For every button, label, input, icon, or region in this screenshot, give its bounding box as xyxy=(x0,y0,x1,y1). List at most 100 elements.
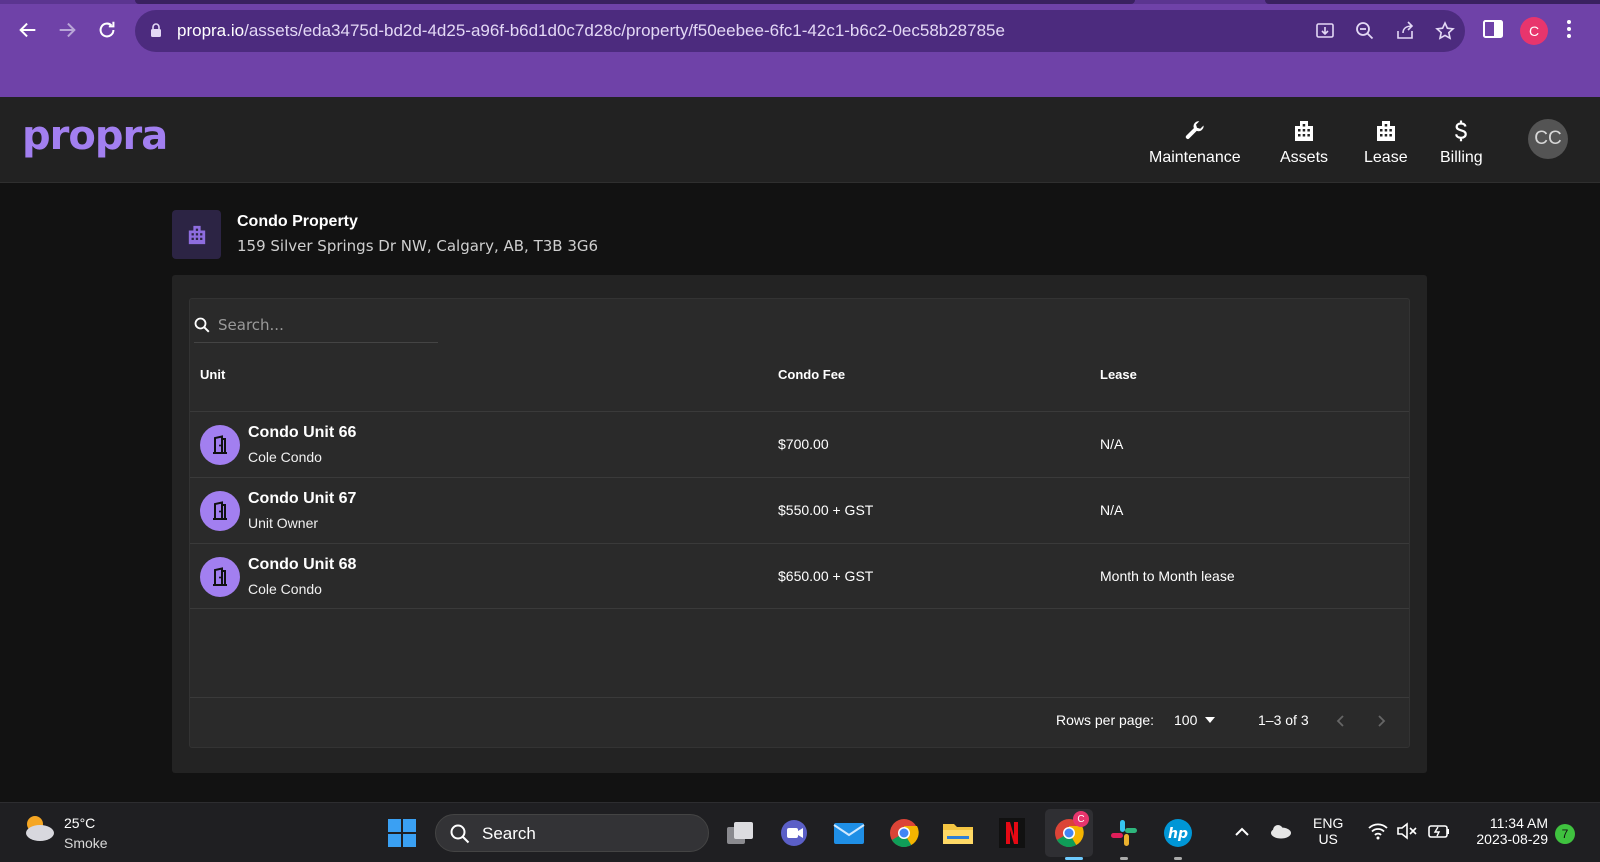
start-button[interactable] xyxy=(384,815,420,851)
reload-button[interactable] xyxy=(95,18,119,42)
nav-billing-label: Billing xyxy=(1440,149,1483,166)
unit-owner: Cole Condo xyxy=(248,449,322,465)
file-explorer-button[interactable] xyxy=(940,815,976,851)
reload-icon xyxy=(99,21,115,38)
clock-time: 11:34 AM xyxy=(1489,815,1548,831)
forward-button[interactable] xyxy=(55,18,79,42)
address-bar[interactable]: propra.io/assets/eda3475d-bd2d-4d25-a96f… xyxy=(135,10,1465,52)
propra-logo[interactable]: propra xyxy=(22,113,168,159)
wifi-icon[interactable] xyxy=(1367,822,1389,840)
profile-button[interactable]: C xyxy=(1520,17,1548,45)
app-header: propra Maintenance Assets Lease Billing … xyxy=(0,97,1600,183)
table-row[interactable]: Condo Unit 66 Cole Condo $700.00 N/A xyxy=(190,411,1409,477)
previous-page-button[interactable] xyxy=(1335,714,1347,728)
clock[interactable]: 11:34 AM 2023-08-29 xyxy=(1468,815,1548,847)
teams-chat-button[interactable] xyxy=(776,815,812,851)
units-card: Unit Condo Fee Lease Condo Unit 66 Cole … xyxy=(172,275,1427,773)
side-panel-button[interactable] xyxy=(1482,18,1506,42)
nav-lease[interactable]: Lease xyxy=(1364,119,1408,167)
rows-per-page-select[interactable]: 100 xyxy=(1174,712,1216,728)
notification-badge[interactable]: 7 xyxy=(1555,824,1575,844)
nav-billing[interactable]: Billing xyxy=(1440,119,1483,167)
nav-maintenance[interactable]: Maintenance xyxy=(1149,119,1241,167)
property-icon-box xyxy=(172,210,221,259)
language-indicator[interactable]: ENG US xyxy=(1313,815,1343,847)
slack-icon xyxy=(1111,820,1137,846)
slack-button[interactable] xyxy=(1106,815,1142,851)
arrow-left-icon xyxy=(19,22,36,38)
weather-widget[interactable]: 25°C Smoke xyxy=(22,813,108,851)
search-field[interactable] xyxy=(194,307,438,343)
door-icon xyxy=(213,501,227,520)
chat-icon xyxy=(781,820,807,846)
unit-name[interactable]: Condo Unit 68 xyxy=(248,556,356,574)
active-app-indicator xyxy=(1065,857,1083,860)
tab-other[interactable] xyxy=(1265,0,1600,4)
nav-lease-label: Lease xyxy=(1364,149,1408,166)
netflix-icon xyxy=(999,818,1025,848)
mail-button[interactable] xyxy=(831,815,867,851)
user-avatar[interactable]: CC xyxy=(1528,119,1568,159)
lease-status: N/A xyxy=(1100,436,1124,452)
battery-charging-icon[interactable] xyxy=(1427,822,1451,840)
zoom-icon[interactable] xyxy=(1355,21,1375,41)
bookmark-star-icon[interactable] xyxy=(1435,21,1455,41)
table-row[interactable]: Condo Unit 67 Unit Owner $550.00 + GST N… xyxy=(190,477,1409,543)
nav-assets[interactable]: Assets xyxy=(1280,119,1328,167)
taskbar-search[interactable]: Search xyxy=(435,814,709,852)
hp-app-button[interactable]: hp xyxy=(1160,815,1196,851)
arrow-right-icon xyxy=(59,22,76,38)
onedrive-cloud-icon[interactable] xyxy=(1268,823,1292,839)
folder-icon xyxy=(943,824,973,844)
language-code: ENG xyxy=(1313,815,1344,831)
side-panel-icon xyxy=(1483,20,1503,38)
url-text[interactable]: propra.io/assets/eda3475d-bd2d-4d25-a96f… xyxy=(177,21,1005,41)
building-icon xyxy=(1376,121,1395,141)
install-app-icon[interactable] xyxy=(1315,21,1335,41)
nav-maintenance-label: Maintenance xyxy=(1149,149,1241,166)
browser-menu-button[interactable] xyxy=(1564,18,1588,42)
chevron-up-icon[interactable] xyxy=(1234,825,1250,837)
task-view-icon xyxy=(727,822,753,844)
column-header-unit[interactable]: Unit xyxy=(200,367,225,382)
search-icon xyxy=(450,824,470,844)
door-icon xyxy=(213,435,227,454)
task-view-button[interactable] xyxy=(722,815,758,851)
nav-assets-label: Assets xyxy=(1280,149,1329,166)
windows-icon xyxy=(388,819,416,847)
chrome-icon xyxy=(890,819,919,848)
rows-per-page-label: Rows per page: xyxy=(1056,712,1155,728)
netflix-button[interactable] xyxy=(994,815,1030,851)
keyboard-region: US xyxy=(1318,831,1338,847)
condo-fee: $650.00 + GST xyxy=(778,568,874,584)
search-input[interactable] xyxy=(218,315,418,334)
chrome-button[interactable] xyxy=(886,815,922,851)
lease-status: Month to Month lease xyxy=(1100,568,1235,584)
chrome-profile-badge: C xyxy=(1073,811,1089,827)
property-title: Condo Property xyxy=(237,213,358,230)
table-row[interactable]: Condo Unit 68 Cole Condo $650.00 + GST M… xyxy=(190,543,1409,609)
unit-name[interactable]: Condo Unit 66 xyxy=(248,424,356,442)
condo-fee: $700.00 xyxy=(778,436,829,452)
taskbar: 25°C Smoke Search C hp ENG US 11:34 AM 2… xyxy=(0,802,1600,862)
column-header-lease[interactable]: Lease xyxy=(1100,367,1137,382)
kebab-menu-icon xyxy=(1567,20,1571,38)
weather-temperature: 25°C xyxy=(64,815,96,831)
door-icon xyxy=(213,567,227,586)
url-path: /assets/eda3475d-bd2d-4d25-a96f-b6d1d0c7… xyxy=(244,21,1005,40)
tab-active[interactable] xyxy=(135,0,1135,4)
unit-avatar xyxy=(200,425,240,465)
unit-name[interactable]: Condo Unit 67 xyxy=(248,490,356,508)
next-page-button[interactable] xyxy=(1375,714,1387,728)
back-button[interactable] xyxy=(16,18,40,42)
share-icon[interactable] xyxy=(1395,21,1415,41)
building-icon xyxy=(188,225,205,244)
pagination-range: 1–3 of 3 xyxy=(1258,712,1309,728)
unit-avatar xyxy=(200,491,240,531)
column-header-condo-fee[interactable]: Condo Fee xyxy=(778,367,845,382)
speaker-muted-icon[interactable] xyxy=(1396,822,1418,840)
clock-date: 2023-08-29 xyxy=(1476,831,1548,847)
dollar-icon xyxy=(1455,120,1468,142)
browser-toolbar: propra.io/assets/eda3475d-bd2d-4d25-a96f… xyxy=(0,0,1600,97)
property-address: 159 Silver Springs Dr NW, Calgary, AB, T… xyxy=(237,237,599,255)
